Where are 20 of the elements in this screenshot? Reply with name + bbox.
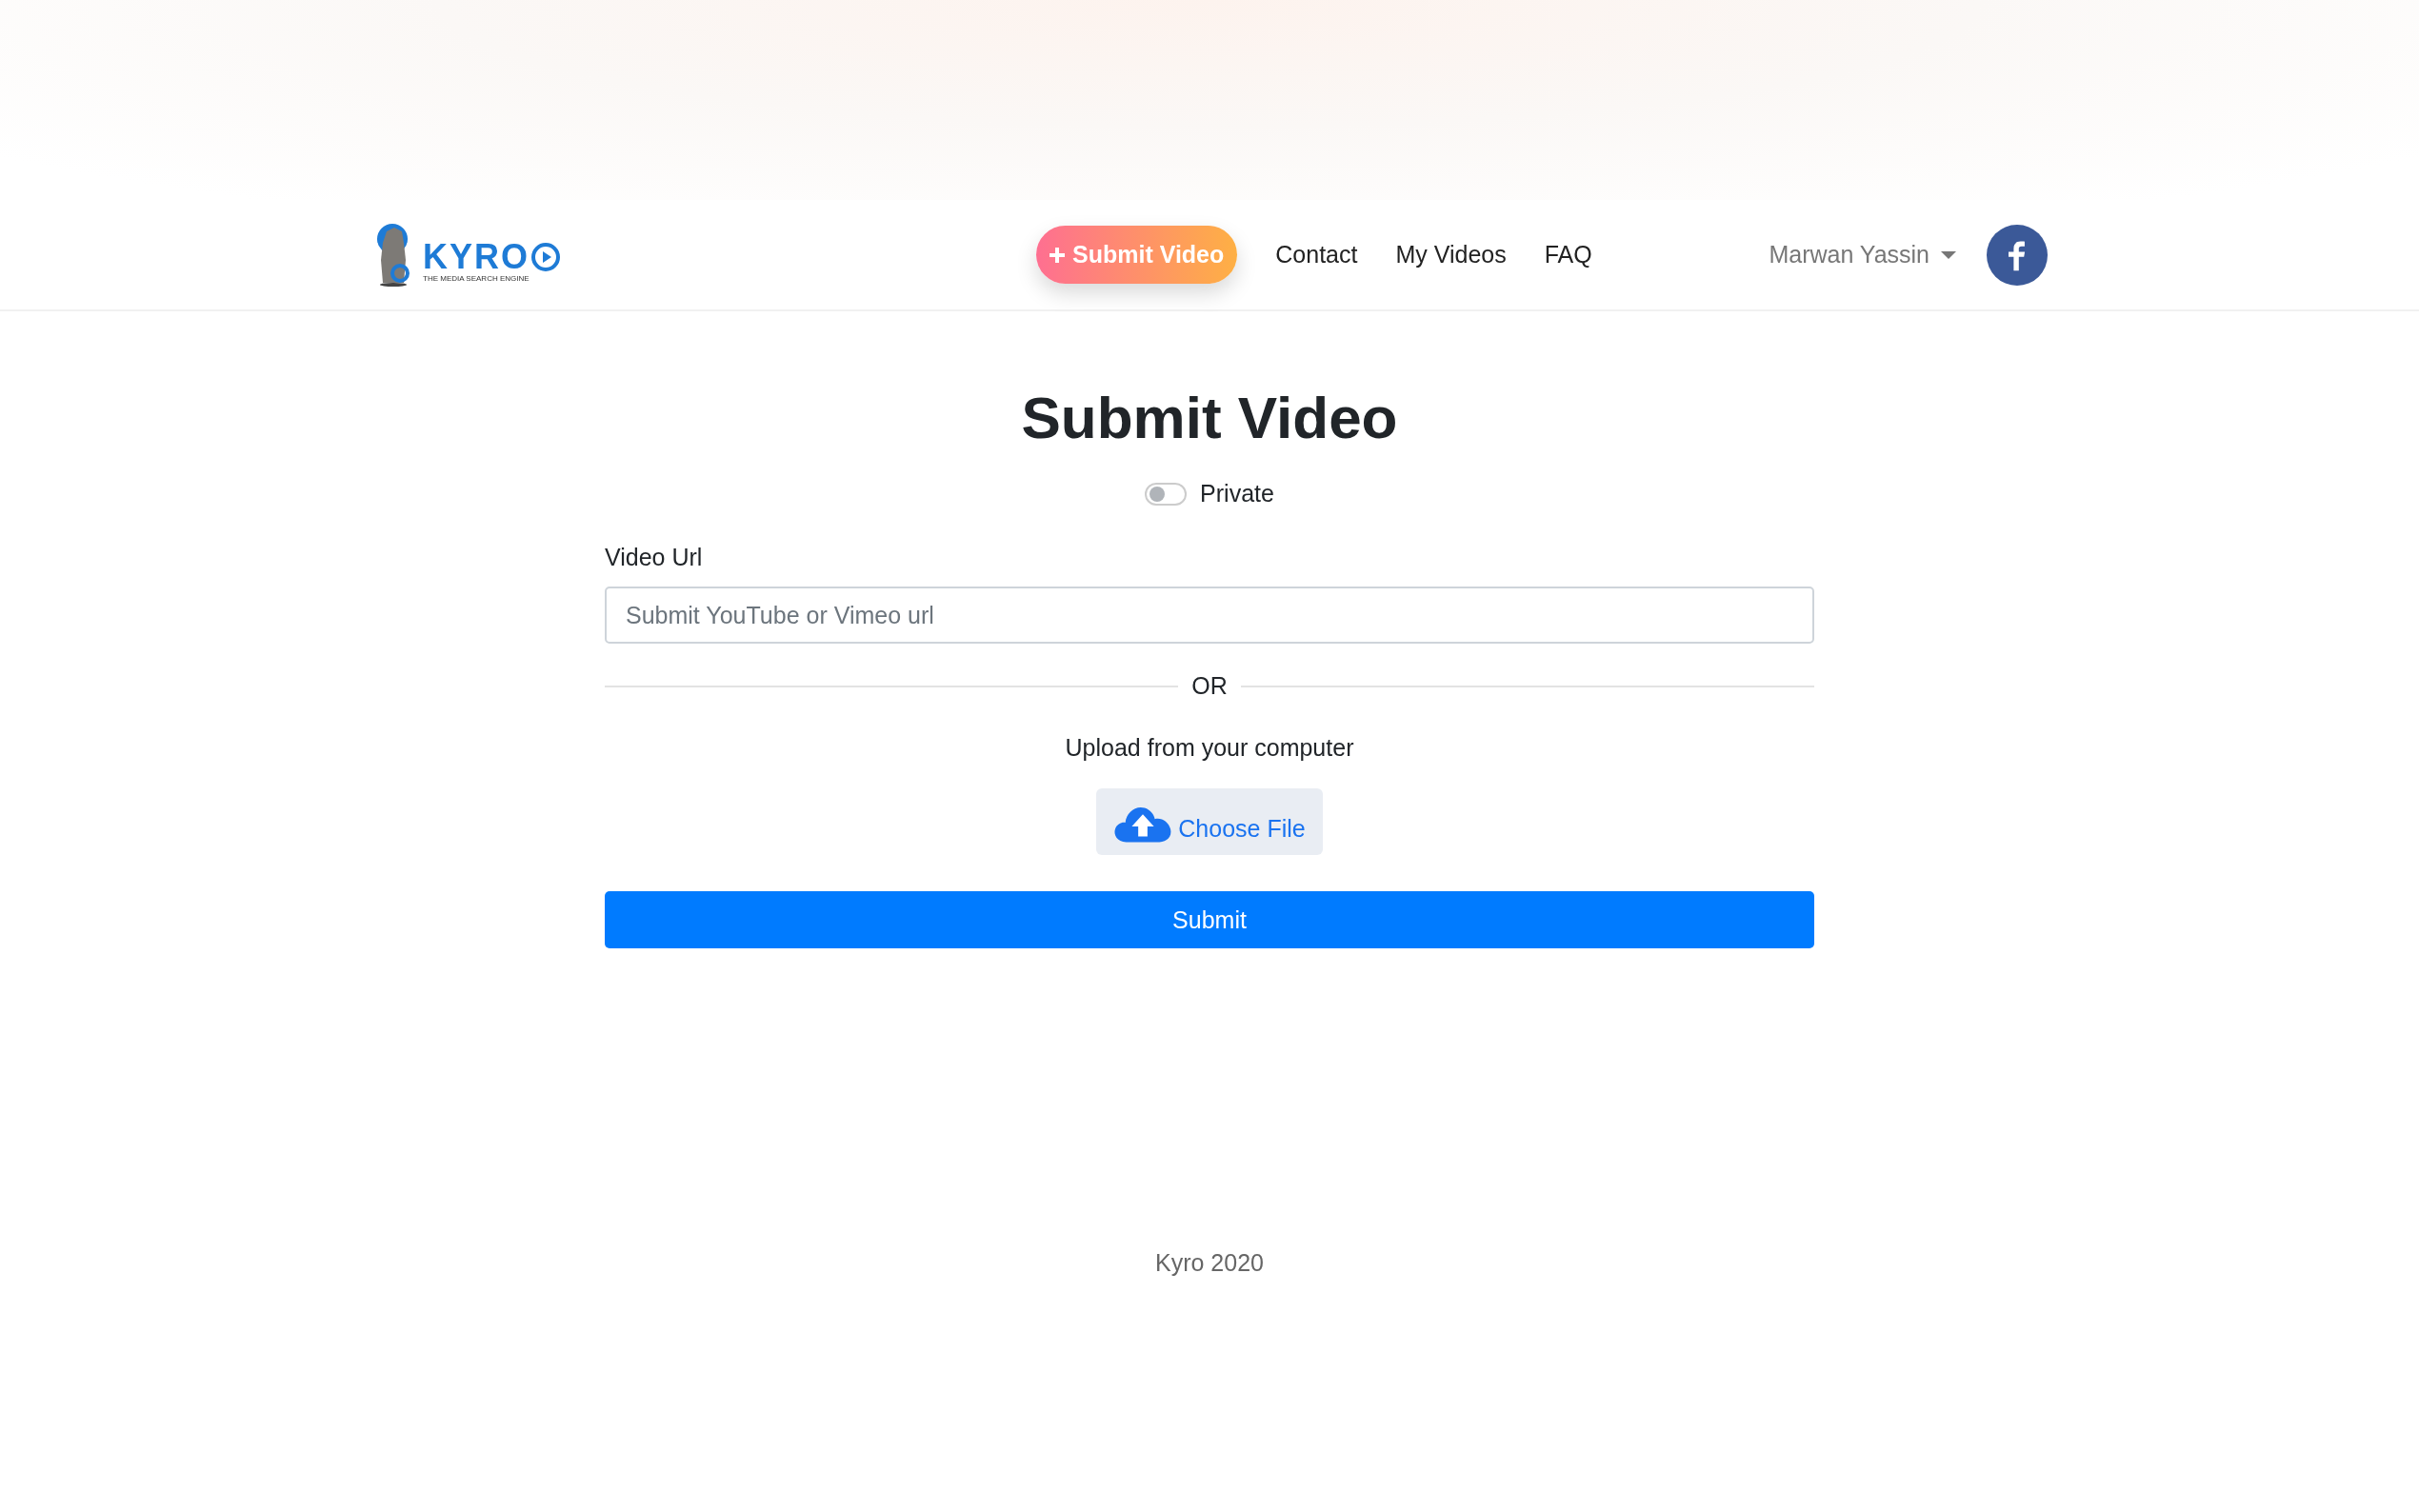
private-label: Private	[1200, 480, 1274, 507]
submit-button[interactable]: Submit	[605, 891, 1814, 948]
nav-link[interactable]: Contact	[1275, 241, 1358, 269]
upload-label: Upload from your computer	[1064, 734, 1355, 762]
submit-video-button[interactable]: Submit Video	[1036, 226, 1238, 284]
or-divider-text: OR	[1191, 672, 1228, 700]
private-toggle[interactable]	[1145, 482, 1188, 506]
video-url-label: Video Url	[605, 544, 704, 571]
page-title: Submit Video	[1021, 384, 1398, 451]
caret-icon	[1941, 250, 1956, 259]
logo-wordmark: KYRO	[423, 239, 530, 274]
user-menu[interactable]: Marwan Yassin	[1769, 241, 1956, 269]
nav-link[interactable]: FAQ	[1544, 241, 1592, 269]
plus-icon	[1048, 245, 1067, 265]
choose-file-button[interactable]: Choose File	[1096, 788, 1323, 855]
footer-text: Kyro 2020	[1155, 1249, 1264, 1277]
video-url-field[interactable]: Submit YouTube or Vimeo url	[605, 587, 1814, 644]
nav-link[interactable]: My Videos	[1395, 241, 1507, 269]
logo-tagline: THE MEDIA SEARCH ENGINE	[423, 273, 530, 283]
play-icon	[531, 242, 560, 271]
